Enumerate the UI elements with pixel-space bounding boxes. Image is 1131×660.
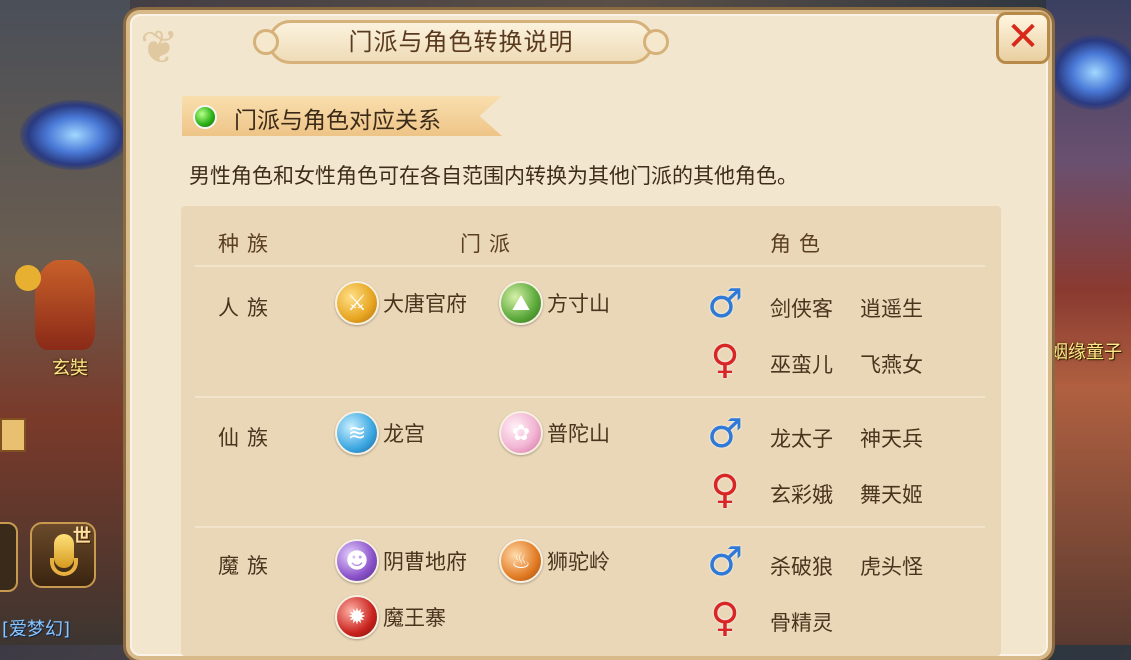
role-label: 虎头怪 [860, 555, 923, 579]
role-label: 舞天姬 [860, 483, 923, 507]
row-divider [195, 396, 985, 398]
sect-item[interactable]: ☻ 阴曹地府 [335, 539, 467, 583]
npc-xuanzang[interactable] [35, 260, 95, 350]
sect-label: 魔王寨 [383, 606, 446, 630]
lotus-icon: ✿ [499, 411, 543, 455]
role-label: 剑侠客 [770, 297, 833, 321]
npc-name-label[interactable]: 玄奘 [52, 354, 88, 380]
header-divider [195, 265, 985, 267]
race-label: 魔族 [218, 554, 276, 578]
male-icon: ♂ [707, 539, 743, 585]
skull-icon: ☻ [335, 539, 379, 583]
sword-icon: ⚔ [335, 281, 379, 325]
role-label: 玄彩娥 [770, 483, 833, 507]
section-title: 门派与角色对应关系 [234, 108, 441, 134]
green-dot-icon [193, 105, 217, 129]
male-icon: ♂ [707, 411, 743, 457]
sect-label: 狮驼岭 [547, 550, 610, 574]
sect-label: 阴曹地府 [383, 550, 467, 574]
dialog-title-plate: 门派与角色转换说明 [253, 20, 669, 64]
chat-channel-tag[interactable]: [爱梦幻] [2, 615, 70, 641]
role-label: 飞燕女 [860, 353, 923, 377]
npc-name-right-label[interactable]: 姻缘童子 [1050, 338, 1122, 364]
title-ornament-left-icon [253, 29, 279, 55]
mail-icon[interactable] [0, 418, 26, 452]
sect-label: 大唐官府 [383, 292, 467, 316]
header-race: 种族 [218, 232, 276, 256]
sect-item[interactable]: ≋ 龙宫 [335, 411, 425, 455]
female-icon: ♀ [710, 337, 740, 383]
sect-label: 龙宫 [383, 422, 425, 446]
portal-left [20, 100, 130, 170]
portal-right [1050, 35, 1131, 110]
description-text: 男性角色和女性角色可在各自范围内转换为其他门派的其他角色。 [189, 164, 798, 188]
sect-item[interactable]: ⛰ 方寸山 [499, 281, 610, 325]
demon-icon: ✹ [335, 595, 379, 639]
title-ornament-right-icon [643, 29, 669, 55]
race-label: 仙族 [218, 426, 276, 450]
male-icon: ♂ [707, 281, 743, 327]
sect-item[interactable]: ♨ 狮驼岭 [499, 539, 610, 583]
mountain-icon: ⛰ [499, 281, 543, 325]
world-channel-label: 世 [73, 526, 91, 547]
wave-icon: ≋ [335, 411, 379, 455]
sect-item[interactable]: ⚔ 大唐官府 [335, 281, 467, 325]
role-label: 逍遥生 [860, 297, 923, 321]
side-button[interactable] [0, 522, 18, 592]
voice-button[interactable]: 世 [30, 522, 96, 588]
sect-label: 方寸山 [547, 292, 610, 316]
female-icon: ♀ [710, 467, 740, 513]
sect-item[interactable]: ✹ 魔王寨 [335, 595, 446, 639]
role-label: 杀破狼 [770, 555, 833, 579]
sect-item[interactable]: ✿ 普陀山 [499, 411, 610, 455]
role-label: 龙太子 [770, 427, 833, 451]
flame-icon: ♨ [499, 539, 543, 583]
npc-bowl [15, 265, 41, 291]
cloud-ornament-icon: ❦ [140, 20, 179, 74]
microphone-stand-icon [50, 558, 78, 576]
role-label: 骨精灵 [770, 611, 833, 635]
race-label: 人族 [218, 296, 276, 320]
role-label: 神天兵 [860, 427, 923, 451]
close-button[interactable]: ✕ [996, 12, 1050, 64]
row-divider [195, 526, 985, 528]
female-icon: ♀ [710, 595, 740, 641]
dialog-title: 门派与角色转换说明 [348, 28, 574, 56]
sect-label: 普陀山 [547, 422, 610, 446]
header-role: 角色 [770, 232, 828, 256]
header-sect: 门派 [460, 232, 518, 256]
role-label: 巫蛮儿 [770, 353, 833, 377]
